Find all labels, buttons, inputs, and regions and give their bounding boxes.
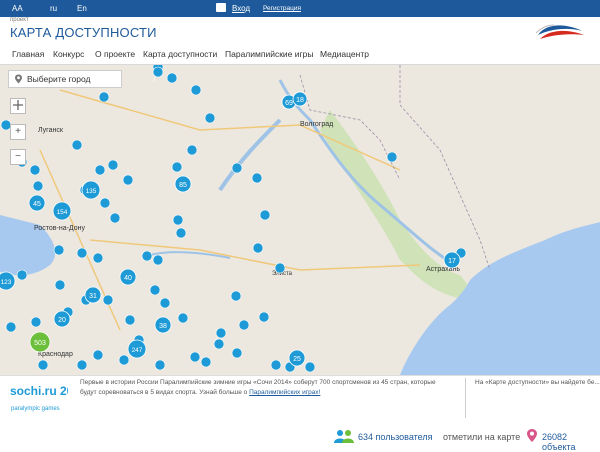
nav-home[interactable]: Главная <box>12 49 44 59</box>
nav-map[interactable]: Карта доступности <box>143 49 217 59</box>
krasnodar-label: Краснодар <box>38 351 73 358</box>
marker-label: 18 <box>296 97 304 104</box>
top-bar: AA ru En Вход Регистрация <box>0 0 600 17</box>
marker-label: 69 <box>285 100 293 107</box>
marker-label: 20 <box>58 317 66 324</box>
pan-icon <box>13 100 23 110</box>
marker-label: 31 <box>89 293 97 300</box>
marker-label: 123 <box>1 279 12 286</box>
login-link[interactable]: Вход <box>232 4 250 13</box>
accessibility-map[interactable]: Волгоград Астрахань Ростов-на-Дону Луган… <box>0 65 600 375</box>
paralympic-info: Первые в истории России Паралимпийские з… <box>80 378 450 398</box>
login-icon <box>216 3 226 12</box>
users-icon <box>334 430 354 443</box>
marker-label: 135 <box>86 188 97 195</box>
lugansk-label: Луганск <box>38 127 64 134</box>
site-title[interactable]: КАРТА ДОСТУПНОСТИ <box>10 25 157 40</box>
register-link[interactable]: Регистрация <box>263 5 301 12</box>
sochi-logo[interactable]: sochi.ru 2014 paralympic games <box>8 381 68 415</box>
marker-label: 40 <box>124 275 132 282</box>
pin-icon <box>15 74 22 84</box>
marker-label: 154 <box>57 209 68 216</box>
info-divider <box>465 378 466 418</box>
sochi-logo-text: sochi.ru 2014 <box>10 384 68 398</box>
objects-count[interactable]: 26082 объекта <box>542 432 600 452</box>
stats-footer: 634 пользователя отметили на карте 26082… <box>0 425 600 452</box>
marker-label: 17 <box>448 258 456 265</box>
main-nav: Главная Конкурс О проекте Карта доступно… <box>0 45 600 65</box>
volgograd-label: Волгоград <box>300 121 333 128</box>
header: проект КАРТА ДОСТУПНОСТИ Единая Страна –… <box>0 17 600 55</box>
marker-label: 503 <box>34 340 46 347</box>
minus-icon: − <box>15 151 21 162</box>
pan-control[interactable] <box>10 98 26 114</box>
marker-label: 25 <box>293 356 301 363</box>
users-count[interactable]: 634 пользователя <box>358 432 433 442</box>
marker-label: 85 <box>179 182 187 189</box>
city-select-label: Выберите город <box>27 74 91 84</box>
marker-label: 38 <box>159 323 167 330</box>
city-select[interactable]: Выберите город <box>8 70 122 88</box>
font-size-toggle[interactable]: AA <box>12 4 23 13</box>
location-icon <box>527 429 537 442</box>
nav-mediacenter[interactable]: Медиацентр <box>320 49 369 59</box>
rostov-label: Ростов-на-Дону <box>34 225 85 232</box>
zoom-out-button[interactable]: − <box>10 149 26 165</box>
nav-paralympic[interactable]: Паралимпийские игры <box>225 49 313 59</box>
paralympic-link[interactable]: Паралимпийских играх! <box>249 389 320 396</box>
nav-contest[interactable]: Конкурс <box>53 49 84 59</box>
project-label: проект <box>10 17 29 23</box>
lang-ru-link[interactable]: ru <box>50 4 57 13</box>
map-info-text: На «Карте доступности» вы найдете бе... … <box>475 379 600 386</box>
plus-icon: + <box>15 126 21 137</box>
lang-en-link[interactable]: En <box>77 4 87 13</box>
zoom-in-button[interactable]: + <box>10 124 26 140</box>
marker-label: 45 <box>33 201 41 208</box>
nav-about[interactable]: О проекте <box>95 49 135 59</box>
marker-label: 247 <box>132 347 143 354</box>
sochi-logo-sub: paralympic games <box>11 406 60 412</box>
marked-text: отметили на карте <box>443 432 521 442</box>
